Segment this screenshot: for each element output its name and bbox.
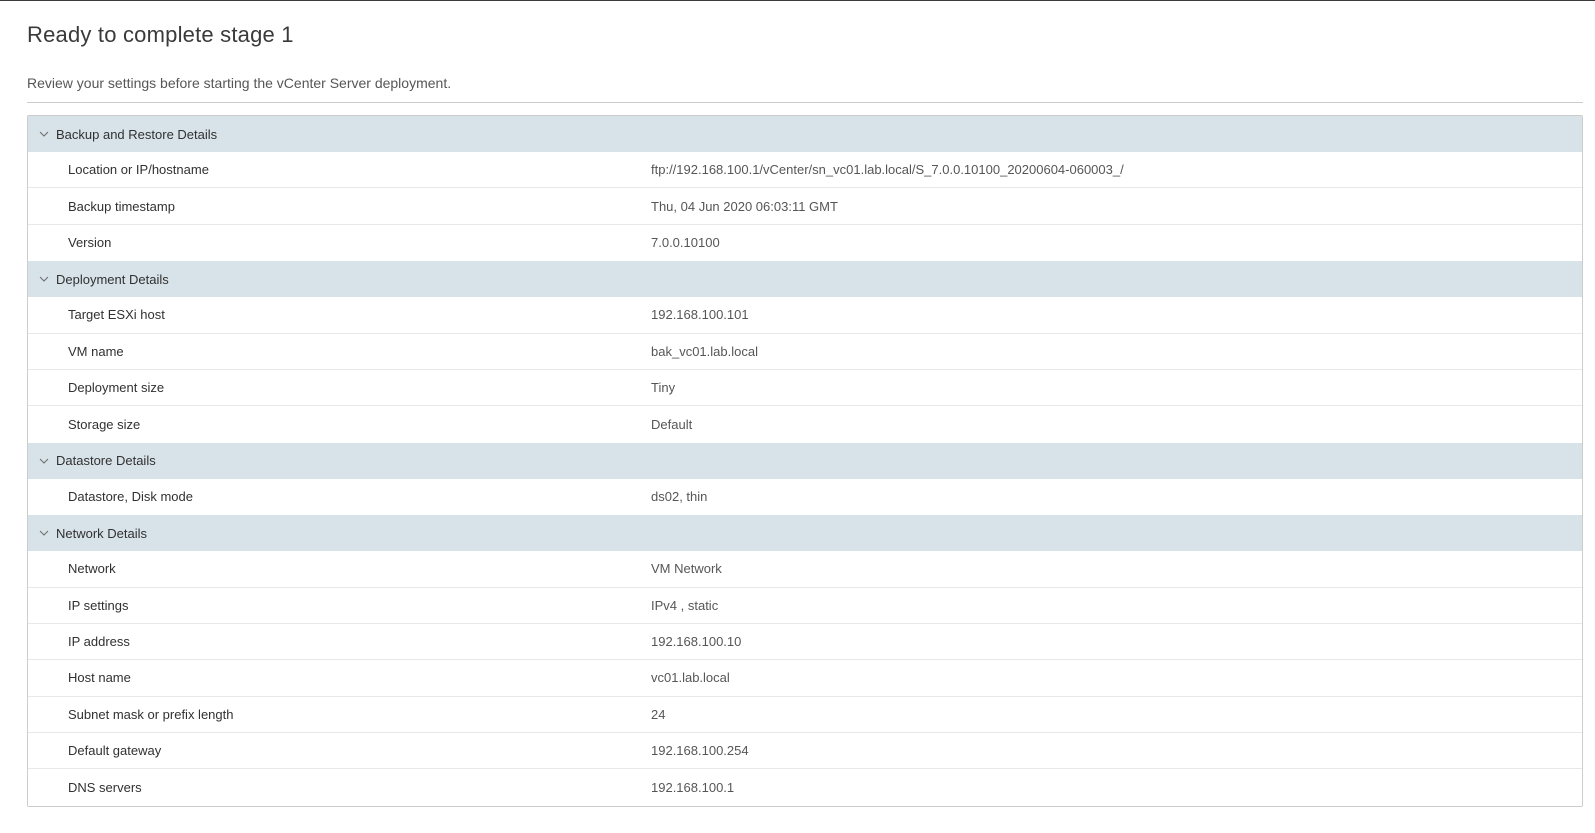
row-label: Host name: [68, 670, 131, 686]
row-label: Version: [68, 235, 112, 251]
chevron-down-icon[interactable]: [28, 261, 56, 297]
page-subtitle: Review your settings before starting the…: [27, 75, 452, 91]
table-row: Subnet mask or prefix length 24: [28, 696, 1582, 734]
row-label: Location or IP/hostname: [68, 162, 209, 178]
section-title: Backup and Restore Details: [56, 126, 218, 142]
section-header-deployment[interactable]: Deployment Details: [28, 261, 1582, 298]
row-label: IP address: [68, 634, 130, 650]
row-value: 24: [651, 706, 666, 722]
row-value: 7.0.0.10100: [651, 235, 720, 251]
row-value: 192.168.100.10: [651, 634, 742, 650]
table-row: Backup timestamp Thu, 04 Jun 2020 06:03:…: [28, 188, 1582, 225]
row-label: Backup timestamp: [68, 198, 175, 214]
row-value: Default: [651, 417, 693, 433]
row-label: Subnet mask or prefix length: [68, 706, 234, 722]
section-title: Deployment Details: [56, 271, 169, 287]
top-border: [0, 0, 1595, 1]
table-row: Location or IP/hostname ftp://192.168.10…: [28, 152, 1582, 189]
table-row: Host name vc01.lab.local: [28, 660, 1582, 697]
chevron-down-icon[interactable]: [28, 515, 56, 551]
table-row: Target ESXi host 192.168.100.101: [28, 297, 1582, 334]
section-title: Network Details: [56, 525, 148, 541]
table-row: DNS servers 192.168.100.1: [28, 769, 1582, 806]
row-value: VM Network: [651, 561, 722, 577]
chevron-down-icon[interactable]: [28, 443, 56, 479]
row-label: Network: [68, 561, 116, 577]
table-row: VM name bak_vc01.lab.local: [28, 333, 1582, 370]
table-row: IP settings IPv4 , static: [28, 587, 1582, 624]
row-value: IPv4 , static: [651, 597, 719, 613]
row-label: DNS servers: [68, 780, 142, 796]
row-label: Target ESXi host: [68, 307, 165, 323]
row-value: ds02, thin: [651, 489, 708, 505]
table-row: IP address 192.168.100.10: [28, 623, 1582, 661]
table-row: Deployment size Tiny: [28, 369, 1582, 407]
table-row: Network VM Network: [28, 551, 1582, 588]
section-rows-deployment: Target ESXi host 192.168.100.101 VM name…: [28, 297, 1582, 443]
table-row: Default gateway 192.168.100.254: [28, 733, 1582, 770]
row-value: 192.168.100.101: [651, 307, 749, 323]
chevron-down-icon[interactable]: [28, 116, 56, 152]
section-header-datastore[interactable]: Datastore Details: [28, 442, 1582, 479]
section-header-network[interactable]: Network Details: [28, 515, 1582, 552]
row-label: IP settings: [68, 597, 129, 613]
section-title: Datastore Details: [56, 453, 156, 469]
row-value: Thu, 04 Jun 2020 06:03:11 GMT: [651, 198, 838, 214]
row-value: ftp://192.168.100.1/vCenter/sn_vc01.lab.…: [651, 162, 1124, 178]
row-label: VM name: [68, 343, 124, 359]
row-label: Deployment size: [68, 380, 165, 396]
section-rows-network: Network VM Network IP settings IPv4 , st…: [28, 551, 1582, 806]
row-label: Datastore, Disk mode: [68, 489, 193, 505]
section-rows-backup-restore: Location or IP/hostname ftp://192.168.10…: [28, 152, 1582, 262]
row-value: bak_vc01.lab.local: [651, 343, 758, 359]
section-header-backup-restore[interactable]: Backup and Restore Details: [28, 116, 1582, 152]
row-label: Storage size: [68, 417, 141, 433]
row-value: 192.168.100.1: [651, 780, 735, 796]
table-row: Storage size Default: [28, 406, 1582, 443]
row-label: Default gateway: [68, 743, 162, 759]
row-value: 192.168.100.254: [651, 743, 749, 759]
settings-stack-view: Backup and Restore Details Location or I…: [27, 115, 1583, 807]
row-value: Tiny: [651, 380, 676, 396]
section-rows-datastore: Datastore, Disk mode ds02, thin: [28, 478, 1582, 516]
divider: [27, 102, 1583, 103]
page-title: Ready to complete stage 1: [27, 22, 294, 47]
row-value: vc01.lab.local: [651, 670, 730, 686]
table-row: Datastore, Disk mode ds02, thin: [28, 478, 1582, 516]
table-row: Version 7.0.0.10100: [28, 224, 1582, 262]
